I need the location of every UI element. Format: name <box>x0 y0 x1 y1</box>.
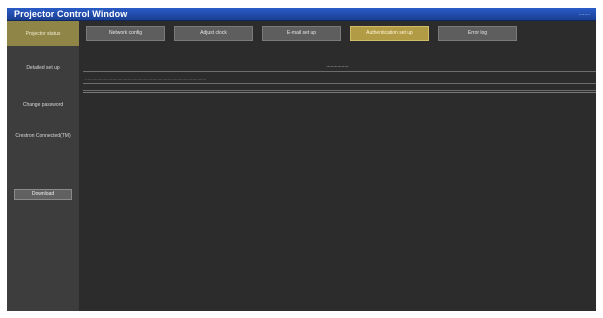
sidebar: Projector status Detailed set up Change … <box>7 21 79 311</box>
main-panel: Network config Adjust clock E-mail set u… <box>79 21 596 311</box>
sidebar-item-label: Change password <box>22 102 64 108</box>
tab-authentication-set-up[interactable]: Authentication set up <box>350 26 429 41</box>
projector-control-window: Projector Control Window ........ Projec… <box>7 8 596 311</box>
status-row: ........................................… <box>85 76 207 81</box>
tab-network-config[interactable]: Network config <box>86 26 165 41</box>
tab-bar: Network config Adjust clock E-mail set u… <box>79 21 596 46</box>
title-bar: Projector Control Window ........ <box>7 8 596 21</box>
sidebar-item-change-password[interactable]: Change password <box>7 96 79 112</box>
sidebar-item-detailed-set-up[interactable]: Detailed set up <box>7 59 79 75</box>
divider <box>83 83 596 84</box>
tab-adjust-clock[interactable]: Adjust clock <box>174 26 253 41</box>
sidebar-item-label: Detailed set up <box>26 65 60 71</box>
title-bar-right-text[interactable]: ........ <box>579 11 590 17</box>
sidebar-item-projector-status[interactable]: Projector status <box>7 21 79 46</box>
window-title: Projector Control Window <box>14 9 128 19</box>
sidebar-item-label: Projector status <box>25 30 61 37</box>
download-button[interactable]: Download <box>14 189 72 200</box>
tab-email-set-up[interactable]: E-mail set up <box>262 26 341 41</box>
section-title: ................ <box>326 63 349 69</box>
divider <box>83 90 596 91</box>
divider <box>83 92 596 93</box>
tab-error-log[interactable]: Error log <box>438 26 517 41</box>
divider <box>83 71 596 72</box>
sidebar-item-crestron-connected[interactable]: Crestron Connected(TM) <box>7 127 79 143</box>
sidebar-item-label: Crestron Connected(TM) <box>15 133 71 139</box>
